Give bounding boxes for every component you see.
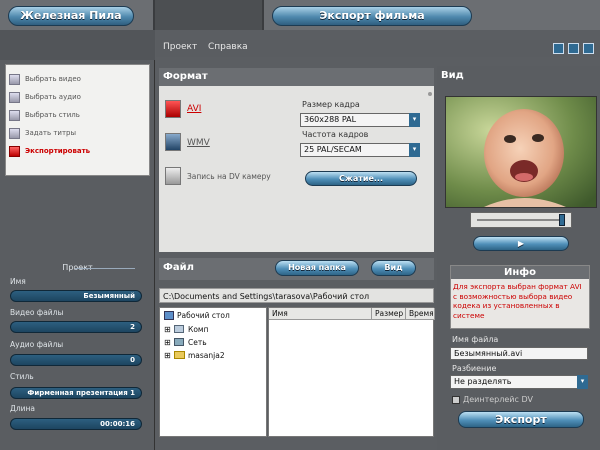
project-name-field[interactable]: Безымянный bbox=[10, 290, 142, 302]
split-label: Разбиение bbox=[452, 364, 497, 373]
frame-size-select[interactable]: 360x288 PAL ▾ bbox=[300, 113, 420, 127]
column-time[interactable]: Время bbox=[406, 308, 435, 320]
new-folder-button[interactable]: Новая папка bbox=[275, 260, 359, 276]
frame-rate-label: Частота кадров bbox=[302, 130, 369, 139]
audio-files-count: 0 bbox=[10, 354, 142, 366]
preview-title: Вид bbox=[441, 70, 464, 81]
camera-icon[interactable] bbox=[165, 167, 181, 185]
text-icon bbox=[9, 127, 20, 139]
close-icon[interactable] bbox=[583, 43, 594, 54]
network-icon bbox=[174, 338, 184, 346]
style-label: Стиль bbox=[10, 372, 34, 381]
film-icon bbox=[9, 73, 20, 85]
wmv-icon[interactable] bbox=[165, 133, 181, 151]
panel-rivet bbox=[428, 92, 432, 96]
wmv-option[interactable]: WMV bbox=[187, 138, 210, 148]
avi-icon[interactable] bbox=[165, 100, 181, 118]
slider-track bbox=[477, 219, 565, 221]
music-icon bbox=[9, 91, 20, 103]
baby-photo-image bbox=[446, 97, 596, 207]
column-name[interactable]: Имя bbox=[269, 308, 372, 320]
filename-input[interactable]: Безымянный.avi bbox=[450, 347, 588, 360]
video-preview bbox=[445, 96, 597, 208]
timeline-slider[interactable] bbox=[470, 212, 572, 228]
deinterlace-checkbox[interactable] bbox=[452, 396, 460, 404]
task-select-video[interactable]: Выбрать видео bbox=[6, 70, 149, 88]
app-title: Железная Пила bbox=[8, 6, 134, 26]
split-select[interactable]: Не разделять ▾ bbox=[450, 375, 588, 389]
task-label: Выбрать видео bbox=[25, 75, 81, 83]
frame-size-label: Размер кадра bbox=[302, 100, 360, 109]
tree-item-desktop[interactable]: Рабочий стол bbox=[177, 311, 230, 320]
chevron-down-icon[interactable]: ▾ bbox=[409, 113, 420, 127]
task-label: Выбрать аудио bbox=[25, 93, 81, 101]
task-export[interactable]: Экспортировать bbox=[6, 142, 149, 160]
task-label: Экспортировать bbox=[25, 147, 91, 155]
path-field[interactable]: C:\Documents and Settings\tarasova\Рабоч… bbox=[159, 288, 434, 303]
task-label: Выбрать стиль bbox=[25, 111, 80, 119]
file-header: Файл Новая папка Вид bbox=[159, 258, 434, 280]
chevron-down-icon[interactable]: ▾ bbox=[409, 143, 420, 157]
play-button[interactable]: ▶ bbox=[473, 236, 569, 251]
deinterlace-label: Деинтерлейс DV bbox=[463, 395, 533, 404]
filename-label: Имя файла bbox=[452, 335, 499, 344]
export-button[interactable]: Экспорт bbox=[458, 411, 584, 428]
menu-bar: Проект Справка bbox=[156, 40, 600, 57]
tree-item-computer[interactable]: Комп bbox=[188, 325, 208, 334]
avi-option[interactable]: AVI bbox=[187, 104, 201, 114]
length-label: Длина bbox=[10, 404, 36, 413]
video-files-label: Видео файлы bbox=[10, 308, 64, 317]
app-title-tab: Железная Пила bbox=[0, 0, 155, 30]
menu-help[interactable]: Справка bbox=[208, 42, 248, 52]
style-field[interactable]: Фирменная презентация 1 bbox=[10, 387, 142, 399]
file-section-title: Файл bbox=[163, 262, 194, 273]
column-size[interactable]: Размер bbox=[372, 308, 406, 320]
view-button[interactable]: Вид bbox=[371, 260, 416, 276]
computer-icon bbox=[174, 325, 184, 333]
folder-tree: Рабочий стол ⊞ Комп ⊞ Сеть ⊞ masanja2 bbox=[159, 307, 267, 437]
length-field: 00:00:16 bbox=[10, 418, 142, 430]
format-section-title: Формат bbox=[159, 68, 434, 86]
maximize-icon[interactable] bbox=[568, 43, 579, 54]
expand-icon[interactable]: ⊞ bbox=[164, 325, 171, 334]
tree-item-masanja2[interactable]: masanja2 bbox=[188, 351, 225, 360]
tree-item-network[interactable]: Сеть bbox=[188, 338, 207, 347]
task-label: Задать титры bbox=[25, 129, 77, 137]
audio-files-label: Аудио файлы bbox=[10, 340, 64, 349]
project-divider bbox=[75, 268, 135, 269]
desktop-icon bbox=[164, 311, 174, 320]
compress-button[interactable]: Сжатие... bbox=[305, 171, 417, 186]
task-select-style[interactable]: Выбрать стиль bbox=[6, 106, 149, 124]
left-toolbar-strip bbox=[0, 30, 155, 60]
task-list: Выбрать видео Выбрать аудио Выбрать стил… bbox=[5, 64, 150, 176]
frame-rate-value: 25 PAL/SECAM bbox=[304, 145, 362, 154]
info-title: Инфо bbox=[451, 266, 589, 279]
folder-icon bbox=[174, 351, 185, 359]
info-text: Для экспорта выбран формат AVI с возможн… bbox=[453, 282, 582, 320]
section-title-tab: Экспорт фильма bbox=[262, 0, 600, 30]
task-set-titles[interactable]: Задать титры bbox=[6, 124, 149, 142]
slider-thumb[interactable] bbox=[559, 214, 565, 226]
play-icon: ▶ bbox=[517, 239, 525, 248]
title-gap bbox=[155, 0, 262, 30]
video-files-count: 2 bbox=[10, 321, 142, 333]
minimize-icon[interactable] bbox=[553, 43, 564, 54]
dv-camera-option[interactable]: Запись на DV камеру bbox=[187, 172, 271, 181]
menu-project[interactable]: Проект bbox=[163, 42, 197, 52]
export-icon bbox=[9, 145, 20, 157]
scissors-icon bbox=[9, 109, 20, 121]
chevron-down-icon[interactable]: ▾ bbox=[577, 375, 588, 389]
frame-size-value: 360x288 PAL bbox=[304, 115, 357, 124]
split-value: Не разделять bbox=[454, 377, 512, 386]
expand-icon[interactable]: ⊞ bbox=[164, 351, 171, 360]
task-select-audio[interactable]: Выбрать аудио bbox=[6, 88, 149, 106]
file-list[interactable]: Имя Размер Время bbox=[268, 307, 435, 437]
section-title: Экспорт фильма bbox=[272, 6, 472, 26]
frame-rate-select[interactable]: 25 PAL/SECAM ▾ bbox=[300, 143, 420, 157]
project-name-label: Имя bbox=[10, 277, 26, 286]
expand-icon[interactable]: ⊞ bbox=[164, 338, 171, 347]
